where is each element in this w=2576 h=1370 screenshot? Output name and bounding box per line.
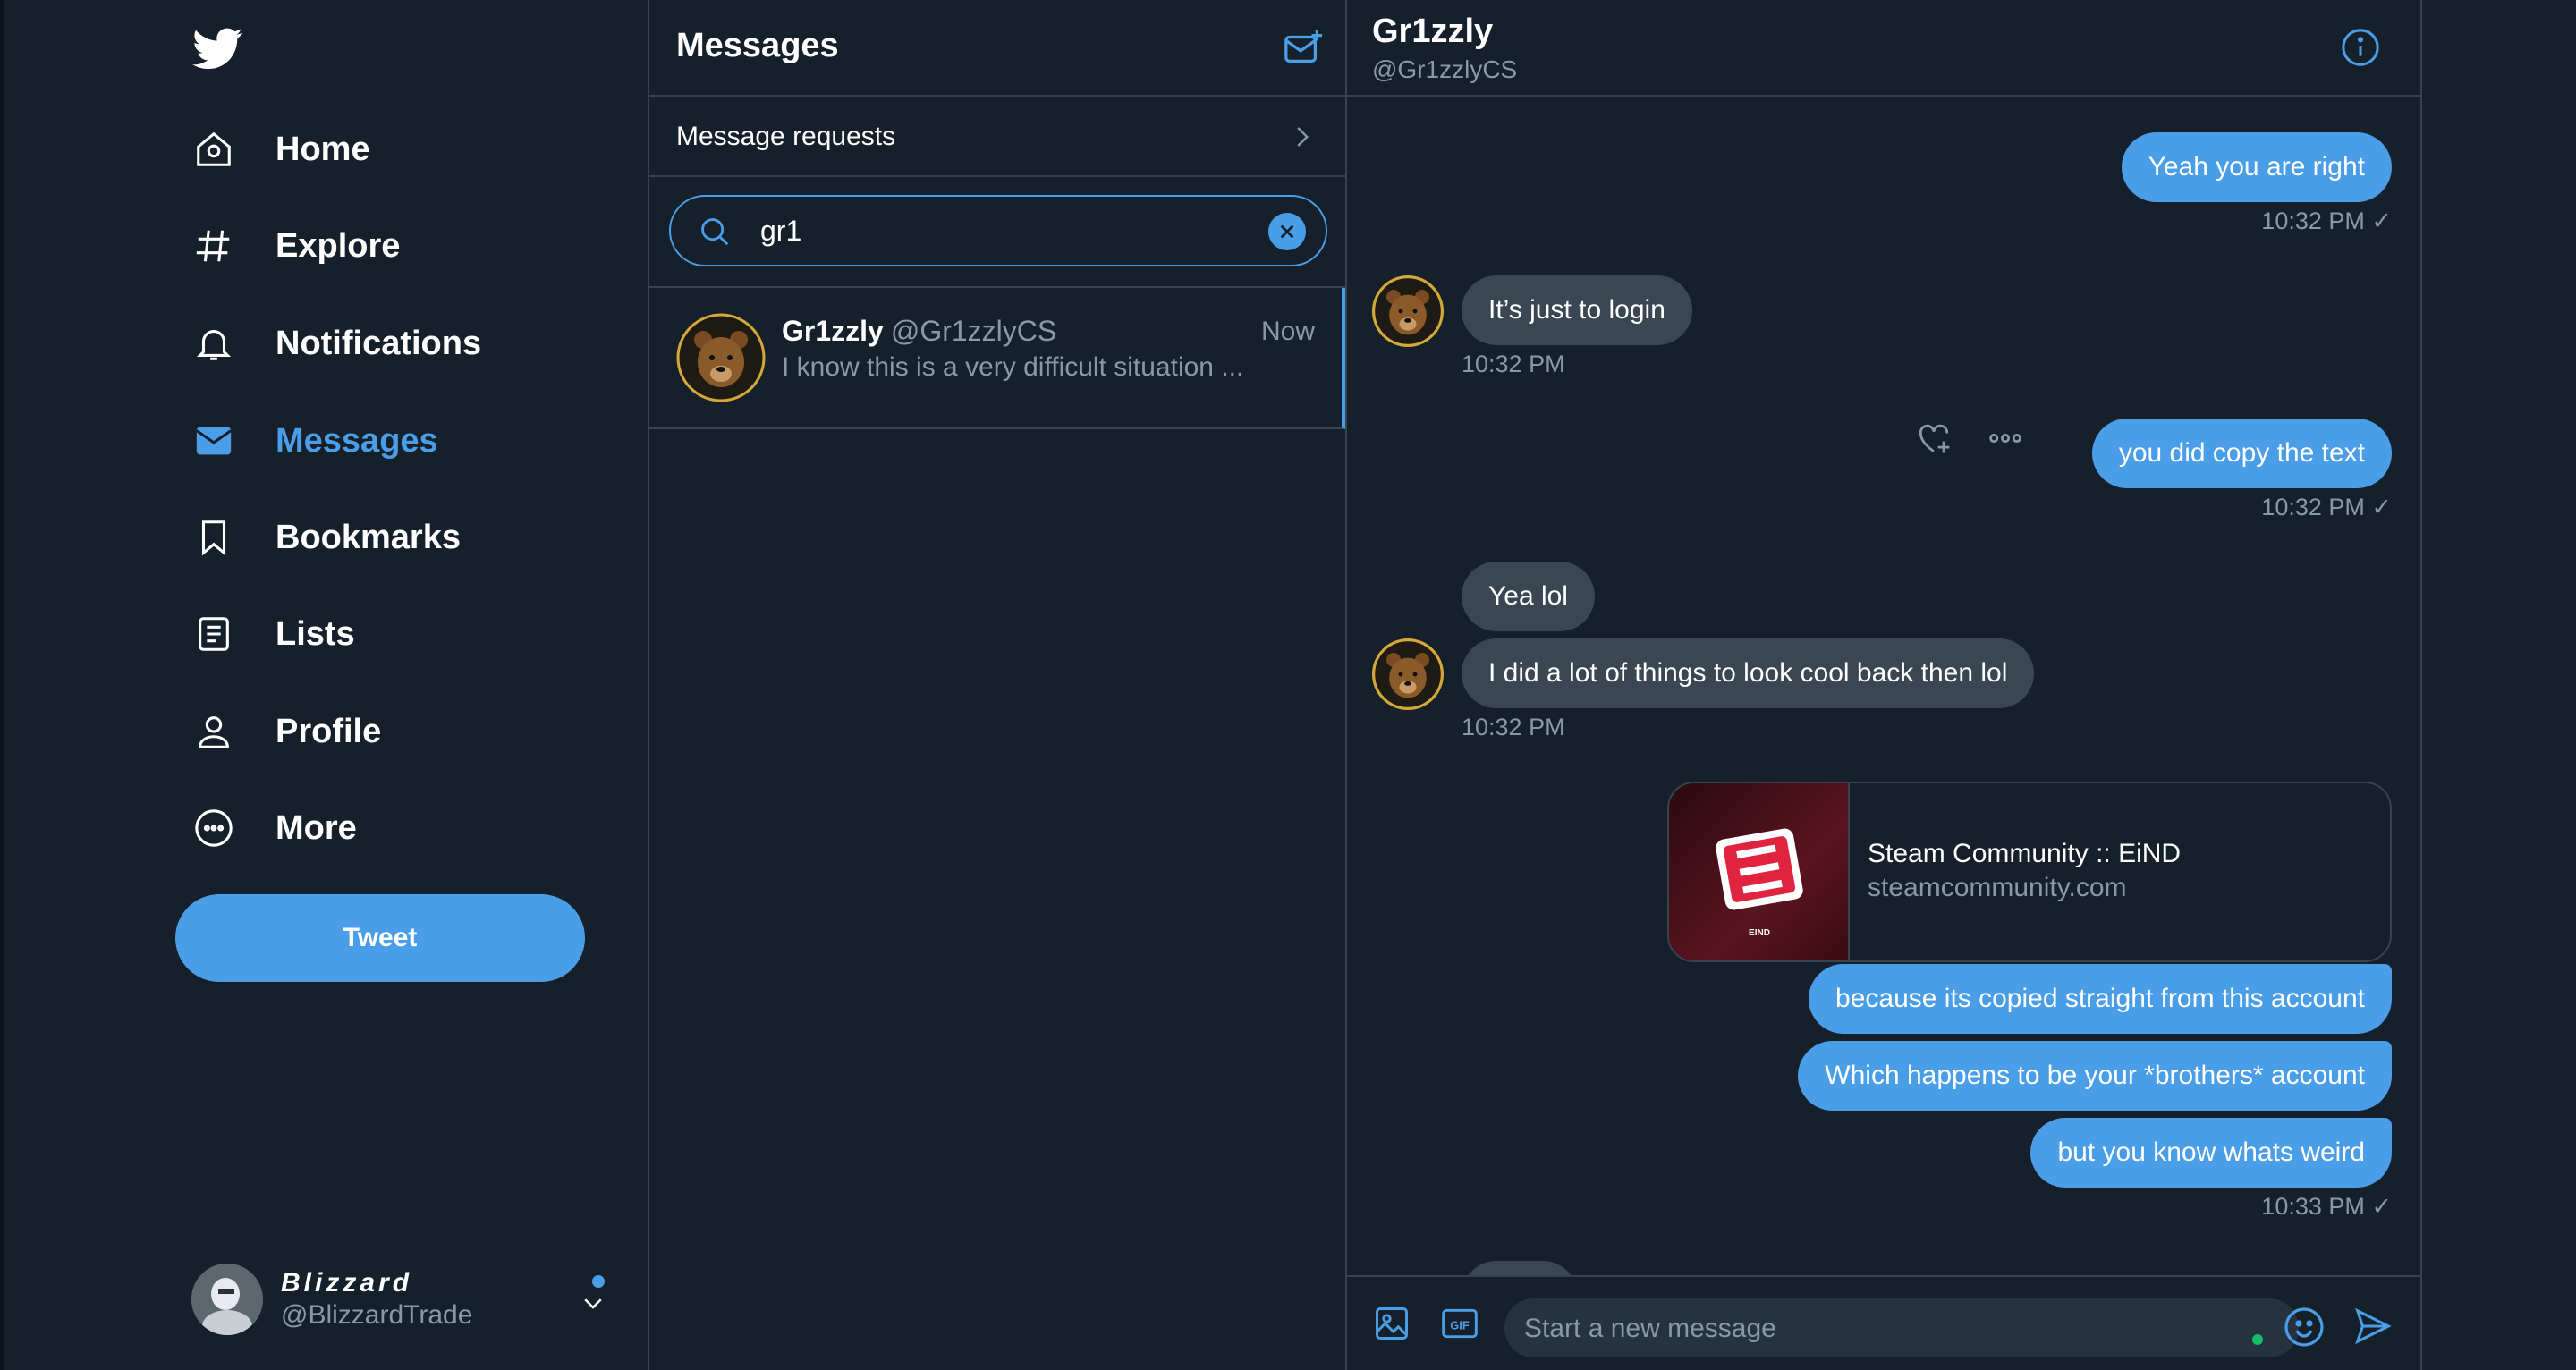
conversation-preview: I know this is a very difficult situatio… [782,352,1244,382]
nav-label-home: Home [275,130,370,168]
nav-label-bookmarks: Bookmarks [275,518,461,556]
link-preview-card[interactable]: EIND Steam Community :: EiND steamcommun… [1667,782,2392,962]
conversation-panel: Gr1zzly @Gr1zzlyCS Yeah you are right 10… [1347,0,2420,1370]
page-title: Messages [676,27,839,64]
message-actions [1914,419,2025,462]
account-handle: @BlizzardTrade [281,1300,473,1330]
search-input[interactable] [760,211,1208,250]
new-message-icon[interactable] [1283,27,1324,68]
nav-item-messages[interactable]: Messages [191,410,438,472]
more-circle-icon [191,806,236,850]
search-section [649,177,1345,288]
chevron-right-icon [1288,123,1315,150]
message-input[interactable] [1524,1311,2204,1347]
hashtag-icon [191,224,236,268]
gif-icon[interactable]: GIF [1440,1304,1479,1343]
avatar[interactable] [1372,275,1444,351]
messages-header: Messages [649,0,1345,97]
account-switcher[interactable]: Blizzard @BlizzardTrade [191,1263,626,1336]
conversation-header: Gr1zzly @Gr1zzlyCS [1347,0,2420,97]
conversation-name: Gr1zzly @Gr1zzlyCS [782,315,1056,348]
nav-item-home[interactable]: Home [191,118,370,181]
nav-item-more[interactable]: More [191,797,357,859]
heart-add-icon[interactable] [1914,419,1953,462]
message-timestamp: 10:32 PM [1462,714,1565,740]
message-input-wrapper[interactable] [1504,1298,2299,1357]
nav-label-profile: Profile [275,712,382,750]
message-bubble-sent[interactable]: you did copy the text [2091,419,2392,488]
emoji-icon[interactable] [2283,1306,2326,1349]
tweet-button[interactable]: Tweet [175,894,585,982]
close-icon [1280,224,1294,239]
message-bubble-received[interactable]: I did a lot of things to look cool back … [1462,638,2035,708]
list-icon [191,612,236,656]
image-icon[interactable] [1372,1304,1411,1343]
primary-nav: Home Explore Notifications Messages Book… [0,0,649,1370]
nav-item-explore[interactable]: Explore [191,215,400,277]
message-timestamp: 10:32 PM ✓ [2261,494,2392,520]
nav-label-notifications: Notifications [275,324,482,362]
info-icon[interactable] [2340,27,2381,68]
message-bubble-sent[interactable]: because its copied straight from this ac… [1809,964,2392,1034]
message-timestamp: 10:33 PM ✓ [2261,1193,2392,1220]
message-requests-label: Message requests [676,122,896,151]
avatar [191,1264,263,1335]
conversation-time: Now [1260,317,1315,346]
twitter-bird-icon[interactable] [191,23,245,73]
envelope-icon [191,419,236,463]
send-icon[interactable] [2352,1306,2394,1347]
notification-dot [592,1275,605,1288]
nav-item-notifications[interactable]: Notifications [191,312,481,375]
link-preview-thumbnail: EIND [1669,783,1850,960]
chevron-down-icon[interactable] [580,1290,606,1316]
message-bubble-received-partial [1462,1261,1578,1275]
link-preview-logo-text: EIND [1749,928,1770,938]
nav-label-more: More [275,808,357,847]
message-timestamp: 10:32 PM ✓ [2261,207,2392,234]
status-dot [2252,1334,2263,1345]
right-gutter [2420,0,2576,1370]
conversation-handle: @Gr1zzlyCS [1372,55,1518,83]
search-icon [698,215,732,249]
bookmark-icon [191,515,236,560]
conversation-item[interactable]: Gr1zzly @Gr1zzlyCS Now I know this is a v… [649,288,1345,429]
bell-icon [191,321,236,366]
nav-item-profile[interactable]: Profile [191,700,381,763]
message-timestamp: 10:32 PM [1462,351,1565,377]
person-icon [191,709,236,754]
more-dots-icon[interactable] [1986,419,2025,462]
link-preview-title: Steam Community :: EiND [1868,839,2182,868]
nav-label-messages: Messages [275,421,438,460]
avatar[interactable] [1372,638,1444,715]
message-bubble-received[interactable]: It’s just to login [1462,275,1692,345]
message-bubble-sent[interactable]: but you know whats weird [2030,1118,2392,1188]
nav-label-explore: Explore [275,226,401,265]
messages-list-panel: Messages Message requests gr1 Gr1zzly @G… [649,0,1347,1370]
link-preview-domain: steamcommunity.com [1868,873,2127,902]
clear-search-button[interactable] [1268,213,1306,250]
message-requests-row[interactable]: Message requests [649,97,1345,177]
nav-label-lists: Lists [275,614,355,653]
conversation-display-name: Gr1zzly [782,315,884,347]
message-bubble-received[interactable]: Yea lol [1462,562,1595,631]
account-name: Blizzard [281,1268,413,1298]
message-composer: GIF [1347,1275,2420,1370]
conversation-handle: @Gr1zzlyCS [890,315,1057,347]
home-icon [191,127,236,172]
avatar [676,313,766,407]
message-bubble-sent[interactable]: Which happens to be your *brothers* acco… [1798,1041,2392,1111]
message-bubble-sent[interactable]: Yeah you are right [2121,132,2392,202]
nav-item-bookmarks[interactable]: Bookmarks [191,506,461,569]
search-box[interactable] [669,195,1327,266]
conversation-title: Gr1zzly [1372,13,1494,50]
message-thread: Yeah you are right 10:32 PM ✓ It’s just … [1347,97,2420,1275]
gif-label: GIF [1450,1318,1470,1332]
nav-item-lists[interactable]: Lists [191,603,355,665]
